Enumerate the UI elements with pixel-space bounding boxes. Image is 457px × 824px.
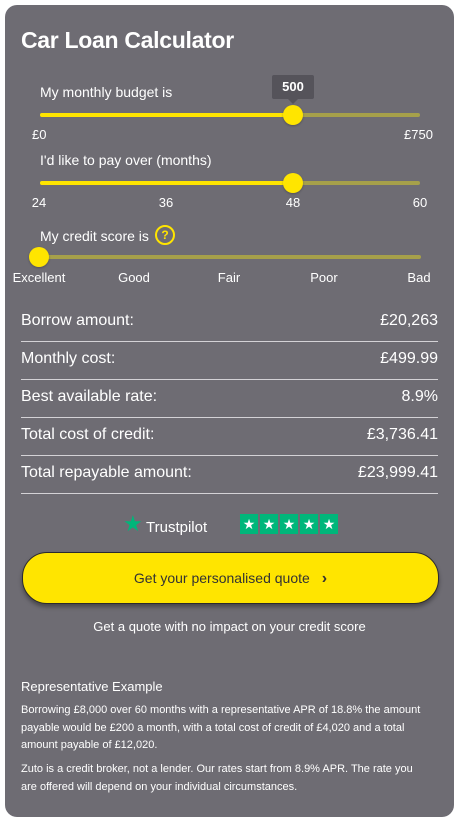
rating-star-icon: ★ <box>320 514 338 534</box>
result-row-cost: Total cost of credit: £3,736.41 <box>21 417 438 456</box>
term-tick: 36 <box>158 195 174 210</box>
no-impact-note: Get a quote with no impact on your credi… <box>93 619 366 634</box>
result-row-monthly: Monthly cost: £499.99 <box>21 341 438 380</box>
credit-tick: Poor <box>310 270 338 285</box>
budget-slider-thumb[interactable] <box>283 105 303 125</box>
trustpilot-star-icon: ★ <box>123 511 143 536</box>
result-label: Borrow amount: <box>21 312 134 329</box>
credit-tick: Bad <box>407 270 431 285</box>
trustpilot-label: Trustpilot <box>146 519 208 536</box>
result-row-rate: Best available rate: 8.9% <box>21 379 438 418</box>
rating-star-icon: ★ <box>240 514 258 534</box>
budget-slider[interactable] <box>40 105 420 125</box>
result-label: Total cost of credit: <box>21 426 155 443</box>
result-value: 8.9% <box>401 388 438 405</box>
credit-score-slider[interactable] <box>29 247 421 267</box>
representative-body: Borrowing £8,000 over 60 months with a r… <box>21 704 421 751</box>
term-slider-thumb[interactable] <box>283 173 303 193</box>
term-slider[interactable] <box>40 173 420 193</box>
result-label: Best available rate: <box>21 388 158 405</box>
budget-min-label: £0 <box>32 127 47 142</box>
budget-slider-fill <box>40 113 293 117</box>
term-label: I'd like to pay over (months) <box>40 152 212 168</box>
term-tick: 24 <box>31 195 47 210</box>
term-tick: 48 <box>285 195 301 210</box>
get-quote-label: Get your personalised quote <box>133 570 310 586</box>
credit-tick: Good <box>118 270 150 285</box>
rating-star-icon: ★ <box>260 514 278 534</box>
result-value: £20,263 <box>380 312 438 329</box>
result-value: £3,736.41 <box>366 426 438 443</box>
tooltip-arrow <box>288 99 298 104</box>
result-value: £23,999.41 <box>357 464 438 481</box>
rating-star-icon: ★ <box>300 514 318 534</box>
page-title: Car Loan Calculator <box>21 27 234 53</box>
rating-star-icon: ★ <box>280 514 298 534</box>
credit-tick: Excellent <box>12 270 66 285</box>
budget-label: My monthly budget is <box>40 84 173 100</box>
disclaimer: Zuto is a credit broker, not a lender. O… <box>21 763 413 793</box>
credit-tick: Fair <box>217 270 241 285</box>
result-label: Total repayable amount: <box>21 464 192 481</box>
trustpilot-rating: ★ ★ ★ ★ ★ <box>240 514 338 534</box>
result-value: £499.99 <box>380 350 438 367</box>
term-tick: 60 <box>412 195 428 210</box>
result-row-total: Total repayable amount: £23,999.41 <box>21 455 438 494</box>
budget-value-tooltip: 500 <box>272 75 314 99</box>
credit-score-slider-thumb[interactable] <box>29 247 49 267</box>
result-label: Monthly cost: <box>21 350 116 367</box>
representative-heading: Representative Example <box>21 679 163 694</box>
budget-max-label: £750 <box>404 127 433 142</box>
result-row-borrow: Borrow amount: £20,263 <box>21 303 438 342</box>
help-icon[interactable]: ? <box>155 225 175 245</box>
loan-calculator-card: Car Loan Calculator My monthly budget is… <box>5 5 454 817</box>
chevron-right-icon: › <box>321 570 328 587</box>
credit-score-label: My credit score is <box>40 228 149 244</box>
term-slider-fill <box>40 181 293 185</box>
get-quote-button[interactable]: Get your personalised quote › <box>22 552 439 604</box>
